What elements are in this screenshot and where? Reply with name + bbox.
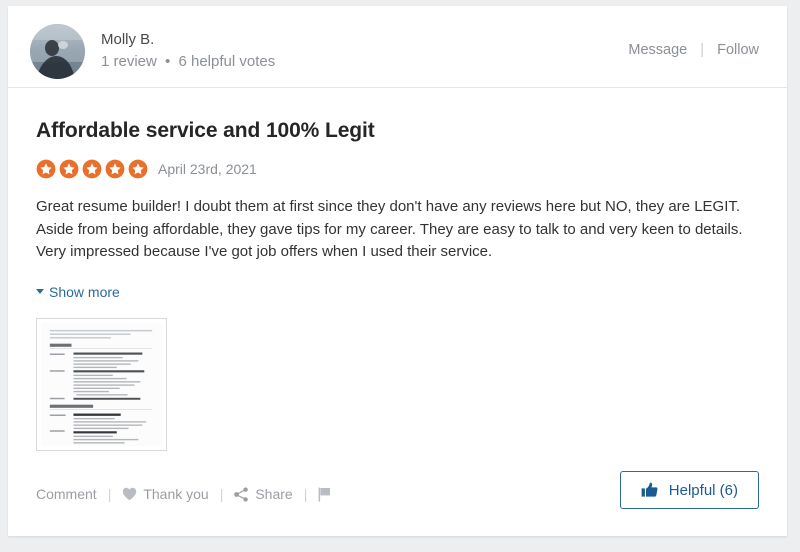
flag-icon	[318, 487, 331, 502]
star-icon	[36, 159, 56, 179]
footer-divider: |	[219, 486, 224, 502]
helpful-button-label: Helpful (6)	[668, 481, 738, 499]
footer-actions: Comment | Thank you | Share |	[36, 486, 331, 502]
chevron-down-icon	[36, 289, 44, 294]
review-footer: Comment | Thank you | Share | Helpful (6…	[8, 464, 787, 536]
share-button[interactable]: Share	[234, 486, 293, 502]
review-header: Molly B. 1 review • 6 helpful votes Mess…	[8, 6, 787, 88]
user-meta: Molly B. 1 review • 6 helpful votes	[101, 30, 275, 72]
user-stats: 1 review • 6 helpful votes	[101, 52, 275, 72]
show-more-link[interactable]: Show more	[36, 284, 120, 300]
document-preview-image	[41, 322, 162, 446]
star-icon	[128, 159, 148, 179]
user-name[interactable]: Molly B.	[101, 30, 275, 50]
star-icon	[82, 159, 102, 179]
star-icon	[105, 159, 125, 179]
header-action-divider: |	[700, 42, 705, 58]
review-title: Affordable service and 100% Legit	[36, 119, 375, 142]
comment-label: Comment	[36, 486, 97, 502]
thumbs-up-icon	[641, 482, 658, 498]
message-link[interactable]: Message	[628, 42, 687, 58]
review-count: 1 review	[101, 53, 157, 70]
header-actions: Message | Follow	[628, 42, 759, 58]
star-rating	[36, 159, 148, 179]
review-text: Great resume builder! I doubt them at fi…	[36, 198, 743, 260]
helpful-button[interactable]: Helpful (6)	[619, 471, 759, 509]
review-date: April 23rd, 2021	[158, 161, 257, 177]
star-icon	[59, 159, 79, 179]
footer-divider: |	[107, 486, 112, 502]
show-more-label: Show more	[49, 283, 120, 300]
footer-divider: |	[303, 486, 308, 502]
follow-link[interactable]: Follow	[717, 42, 759, 58]
avatar-image	[30, 24, 85, 79]
thank-you-label: Thank you	[143, 486, 209, 502]
thank-you-button[interactable]: Thank you	[122, 486, 209, 502]
attachment-thumbnail[interactable]	[36, 317, 167, 451]
comment-button[interactable]: Comment	[36, 486, 97, 502]
avatar[interactable]	[30, 24, 85, 79]
share-label: Share	[255, 486, 293, 502]
review-body: Affordable service and 100% Legit April …	[8, 88, 787, 451]
meta-separator: •	[165, 53, 171, 70]
review-card: Molly B. 1 review • 6 helpful votes Mess…	[8, 6, 787, 536]
flag-button[interactable]	[318, 487, 331, 502]
helpful-votes-count: 6 helpful votes	[178, 53, 276, 70]
share-icon	[234, 486, 249, 502]
heart-icon	[122, 487, 137, 501]
rating-row: April 23rd, 2021	[36, 158, 759, 180]
